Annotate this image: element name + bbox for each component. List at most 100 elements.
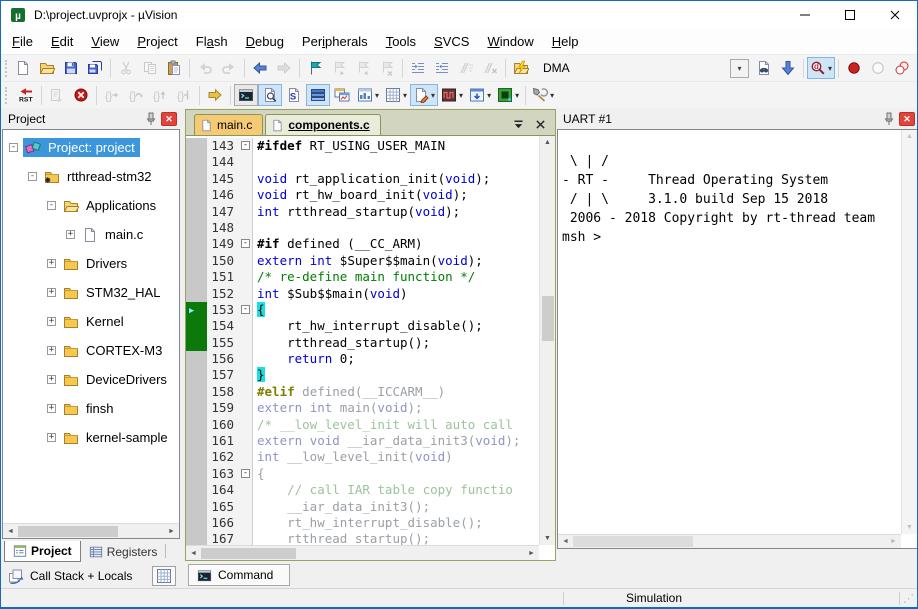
tree-item-main-c[interactable]: +main.c: [3, 220, 179, 249]
toolbar-grip[interactable]: [5, 60, 7, 77]
tree-item-body[interactable]: Drivers: [61, 254, 132, 273]
collapse-icon[interactable]: -: [28, 172, 37, 181]
disassembly-window-button[interactable]: [258, 84, 282, 106]
collapse-icon[interactable]: -: [47, 201, 56, 210]
current-statement-margin[interactable]: ▶: [186, 302, 207, 318]
enable-disable-breakpoint-button[interactable]: [866, 57, 890, 79]
menu-file[interactable]: File: [3, 30, 42, 53]
breakpoint-margin[interactable]: [186, 204, 207, 220]
editor-tab-components-c[interactable]: components.c: [265, 114, 380, 135]
scroll-thumb[interactable]: [18, 526, 118, 537]
menu-peripherals[interactable]: Peripherals: [293, 30, 377, 53]
show-next-statement-button[interactable]: [203, 84, 227, 106]
tree-item-stm32-hal[interactable]: +STM32_HAL: [3, 278, 179, 307]
scroll-up-icon[interactable]: ▲: [902, 133, 917, 140]
uart-pin-button[interactable]: [881, 112, 897, 127]
callstack-tab[interactable]: Call Stack + Locals: [30, 569, 132, 583]
trace-windows-button[interactable]: ▾: [354, 84, 382, 106]
memory-windows-button[interactable]: ▾: [382, 84, 410, 106]
save-button[interactable]: [59, 57, 83, 79]
expand-icon[interactable]: +: [47, 346, 56, 355]
uart-hscrollbar[interactable]: ◄ ►: [558, 534, 901, 548]
breakpoint-margin[interactable]: [186, 236, 207, 252]
scroll-right-icon[interactable]: ►: [524, 550, 539, 557]
previous-bookmark-button[interactable]: [351, 57, 375, 79]
breakpoint-margin[interactable]: [186, 351, 207, 367]
tree-item-body[interactable]: Applications: [61, 196, 161, 215]
breakpoint-margin[interactable]: [186, 269, 207, 285]
kill-all-breakpoints-button[interactable]: [914, 57, 918, 79]
breakpoint-margin[interactable]: [186, 187, 207, 203]
tree-item-devicedrivers[interactable]: +DeviceDrivers: [3, 365, 179, 394]
insert-breakpoint-button[interactable]: [842, 57, 866, 79]
expand-icon[interactable]: +: [47, 433, 56, 442]
tree-item-rtthread-stm32[interactable]: -rtthread-stm32: [3, 162, 179, 191]
stop-button[interactable]: [69, 84, 93, 106]
uncomment-button[interactable]: [478, 57, 502, 79]
project-close-button[interactable]: ✕: [161, 112, 177, 126]
maximize-button[interactable]: [827, 1, 872, 28]
tree-item-body[interactable]: main.c: [80, 225, 148, 244]
editor-tab-main-c[interactable]: main.c: [194, 114, 263, 135]
menu-flash[interactable]: Flash: [187, 30, 237, 53]
minimize-button[interactable]: [782, 1, 827, 28]
tree-item-body[interactable]: DeviceDrivers: [61, 370, 172, 389]
tree-item-body[interactable]: rtthread-stm32: [42, 167, 157, 186]
scroll-right-icon[interactable]: ►: [886, 538, 901, 545]
tools-menu-button[interactable]: ▾: [529, 84, 557, 106]
indent-button[interactable]: [406, 57, 430, 79]
tree-item-finsh[interactable]: +finsh: [3, 394, 179, 423]
clear-bookmarks-button[interactable]: [375, 57, 399, 79]
breakpoint-margin[interactable]: [186, 482, 207, 498]
scroll-left-icon[interactable]: ◄: [186, 550, 201, 557]
run-to-cursor-button[interactable]: {}: [172, 84, 196, 106]
expand-icon[interactable]: +: [47, 317, 56, 326]
current-statement-margin[interactable]: [186, 335, 207, 351]
tree-item-drivers[interactable]: +Drivers: [3, 249, 179, 278]
code-editor[interactable]: 143-#ifdef RT_USING_USER_MAIN144145void …: [186, 136, 539, 560]
tree-item-kernel-sample[interactable]: +kernel-sample: [3, 423, 179, 452]
redo-button[interactable]: [217, 57, 241, 79]
logic-analyzer-button[interactable]: ▾: [438, 84, 466, 106]
incremental-find-button[interactable]: [776, 57, 800, 79]
scroll-thumb[interactable]: [201, 548, 296, 559]
toolbox-button[interactable]: ▾: [494, 84, 522, 106]
serial-windows-button[interactable]: [306, 84, 330, 106]
menu-edit[interactable]: Edit: [42, 30, 82, 53]
start-stop-debug-button[interactable]: d▾: [807, 57, 835, 79]
tree-item-body[interactable]: finsh: [61, 399, 118, 418]
uart-vscrollbar[interactable]: ▲ ▼: [901, 130, 917, 534]
tree-item-body[interactable]: Project: project: [23, 138, 140, 157]
fold-collapse-icon[interactable]: -: [241, 141, 250, 150]
command-tab[interactable]: Command: [188, 564, 290, 586]
scroll-left-icon[interactable]: ◄: [558, 538, 573, 545]
breakpoint-margin[interactable]: [186, 286, 207, 302]
find-in-files-button[interactable]: [509, 57, 533, 79]
fold-collapse-icon[interactable]: -: [241, 305, 250, 314]
disable-all-breakpoints-button[interactable]: [890, 57, 914, 79]
system-viewer-button[interactable]: ▾: [466, 84, 494, 106]
open-folder-button[interactable]: [35, 57, 59, 79]
watch-windows-button[interactable]: ▾: [410, 84, 438, 106]
symbols-window-button[interactable]: S: [282, 84, 306, 106]
scroll-up-icon[interactable]: ▲: [540, 139, 555, 146]
next-bookmark-button[interactable]: [327, 57, 351, 79]
breakpoint-margin[interactable]: [186, 367, 207, 383]
search-in-files-button[interactable]: [752, 57, 776, 79]
breakpoint-margin[interactable]: [186, 417, 207, 433]
breakpoint-margin[interactable]: [186, 499, 207, 515]
save-all-button[interactable]: [83, 57, 107, 79]
project-tree[interactable]: -Project: project-rtthread-stm32-Applica…: [3, 130, 179, 523]
breakpoint-margin[interactable]: [186, 138, 207, 154]
unindent-button[interactable]: [430, 57, 454, 79]
breakpoint-margin[interactable]: [186, 154, 207, 170]
step-over-button[interactable]: {}: [124, 84, 148, 106]
editor-hscrollbar[interactable]: ◄ ►: [186, 545, 539, 560]
scroll-left-icon[interactable]: ◄: [3, 528, 18, 535]
menu-project[interactable]: Project: [128, 30, 186, 53]
copy-button[interactable]: [138, 57, 162, 79]
panel-tab-project[interactable]: Project: [4, 541, 81, 562]
navigate-back-button[interactable]: [248, 57, 272, 79]
breakpoint-margin[interactable]: [186, 384, 207, 400]
find-combo-dropdown-button[interactable]: ▾: [730, 59, 749, 78]
